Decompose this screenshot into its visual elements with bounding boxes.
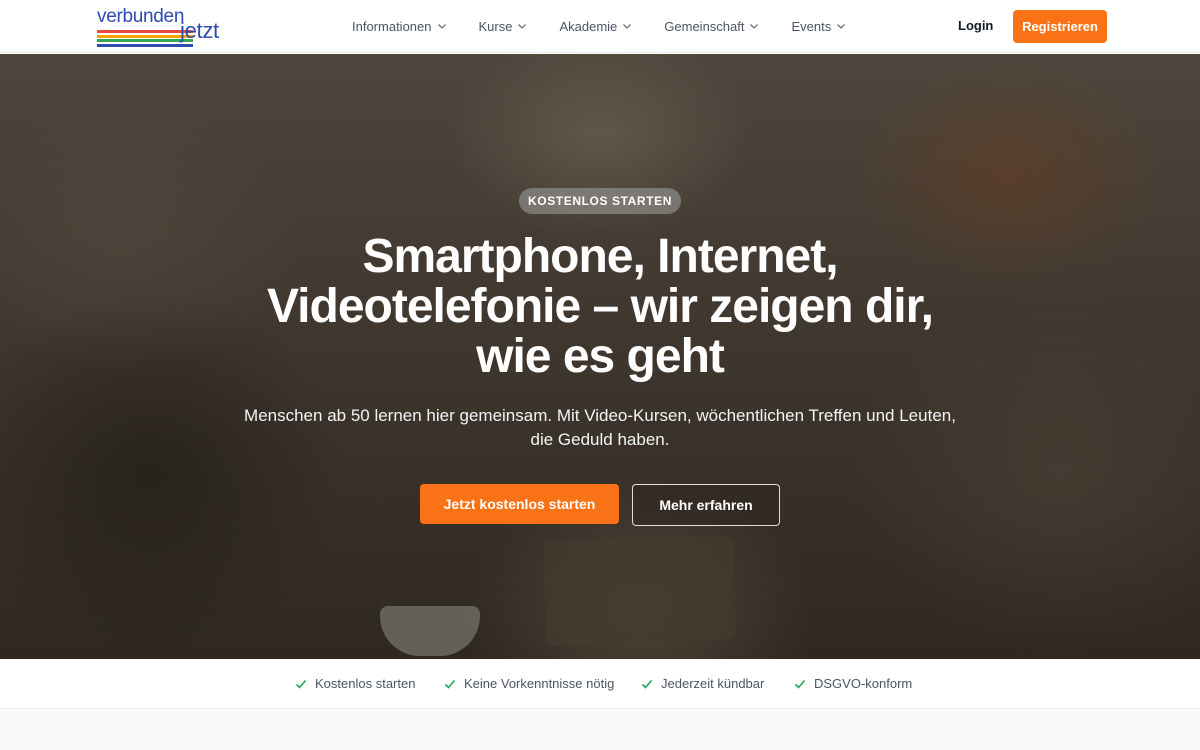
check-icon [641,678,653,690]
nav-item-label: Akademie [559,19,618,34]
check-icon [444,678,456,690]
trust-item-label: DSGVO-konform [814,676,913,691]
hero-headline: Smartphone, Internet, Videotelefonie – w… [150,232,1050,382]
trust-item-label: Kostenlos starten [315,676,416,691]
nav-item-akademie[interactable]: Akademie [559,19,632,34]
trust-item: DSGVO-konform [794,676,912,691]
start-free-button[interactable]: Jetzt kostenlos starten [420,484,619,524]
nav-item-informationen[interactable]: Informationen [352,19,446,34]
trust-item-label: Keine Vorkenntnisse nötig [464,676,615,691]
trust-item: Kostenlos starten [295,676,415,691]
main-nav: Informationen Kurse Akademie Gemeinschaf… [352,0,846,53]
chevron-down-icon [518,23,527,31]
hero-headline-line: Videotelefonie – wir zeigen dir, [267,280,934,333]
hero-headline-line: Smartphone, Internet, [362,230,838,283]
learn-more-button[interactable]: Mehr erfahren [632,484,780,526]
next-section-start [0,710,1200,750]
hero-section: KOSTENLOS STARTEN Smartphone, Internet, … [0,54,1200,659]
hero-badge: KOSTENLOS STARTEN [519,188,681,214]
chevron-down-icon [750,23,759,31]
nav-item-events[interactable]: Events [791,19,846,34]
trust-item-label: Jederzeit kündbar [661,676,765,691]
hero-subline: Menschen ab 50 lernen hier gemeinsam. Mi… [200,404,1000,452]
login-link[interactable]: Login [958,18,993,33]
check-icon [295,678,307,690]
register-button[interactable]: Registrieren [1013,10,1107,43]
logo-text-jetzt: jetzt [180,18,219,43]
hero-subline-line: Menschen ab 50 lernen hier gemeinsam. Mi… [244,406,956,425]
chevron-down-icon [437,23,446,31]
chevron-down-icon [623,23,632,31]
nav-item-label: Gemeinschaft [664,19,745,34]
nav-item-label: Informationen [352,19,432,34]
nav-item-label: Kurse [478,19,513,34]
logo[interactable]: verbunden jetzt [96,6,242,48]
trust-item: Jederzeit kündbar [641,676,764,691]
nav-item-kurse[interactable]: Kurse [479,19,527,34]
chevron-down-icon [837,23,846,31]
hero-headline-line: wie es geht [476,330,725,383]
trust-bar: Kostenlos starten Keine Vorkenntnisse nö… [0,659,1200,709]
site-header: verbunden jetzt Informationen Kurse Akad… [0,0,1200,53]
hero-subline-line: die Geduld haben. [530,430,670,449]
logo-stripes [97,30,193,48]
check-icon [794,678,806,690]
trust-item: Keine Vorkenntnisse nötig [444,676,614,691]
nav-item-gemeinschaft[interactable]: Gemeinschaft [664,19,759,34]
nav-item-label: Events [791,19,832,34]
logo-text-verbunden: verbunden [97,6,185,27]
